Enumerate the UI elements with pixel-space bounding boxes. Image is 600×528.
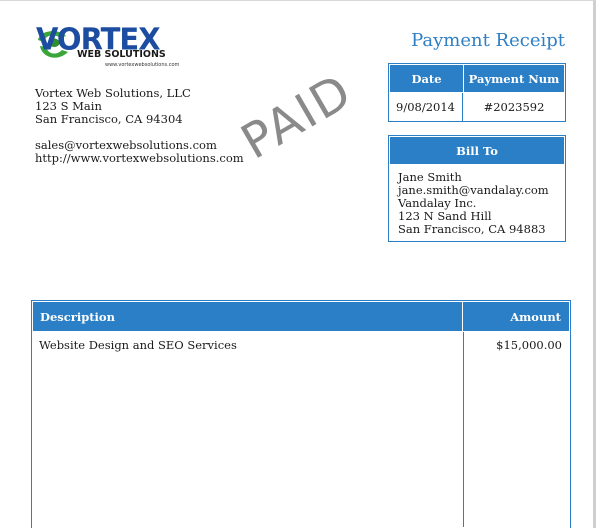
payment-date: 9/08/2014 [389,93,463,121]
payment-info-row: 9/08/2014 #2023592 [389,93,565,121]
page-title: Payment Receipt [411,30,565,51]
table-row: Website Design and SEO Services $15,000.… [32,332,570,358]
line-items-body: Website Design and SEO Services $15,000.… [32,332,570,527]
line-items-table: Description Amount Website Design and SE… [31,300,571,528]
bill-to-box: Bill To Jane Smith jane.smith@vandalay.c… [388,135,566,242]
company-address: Vortex Web Solutions, LLC 123 S Main San… [35,87,244,165]
bill-to-city: San Francisco, CA 94883 [398,222,546,236]
logo-url: www.vortexwebsolutions.com [105,62,180,68]
payment-info-box: Date Payment Num 9/08/2014 #2023592 [388,63,566,122]
line-items-header: Description Amount [32,301,570,332]
bill-to-header: Bill To [389,136,565,165]
description-header: Description [33,302,463,331]
item-amount: $15,000.00 [496,338,562,352]
amount-header: Amount [510,309,561,324]
column-divider [463,332,464,527]
paid-stamp: PAID [232,63,363,171]
logo-subtitle: WEB SOLUTIONS [77,49,166,60]
item-description: Website Design and SEO Services [39,338,237,352]
date-header: Date [390,65,464,92]
payment-number: #2023592 [483,100,545,114]
payment-number-header: Payment Num [468,71,560,86]
company-website[interactable]: http://www.vortexwebsolutions.com [35,152,244,165]
bill-to-address: Jane Smith jane.smith@vandalay.com Vanda… [389,165,565,242]
company-city: San Francisco, CA 94304 [35,112,183,126]
payment-info-header: Date Payment Num [389,64,565,93]
